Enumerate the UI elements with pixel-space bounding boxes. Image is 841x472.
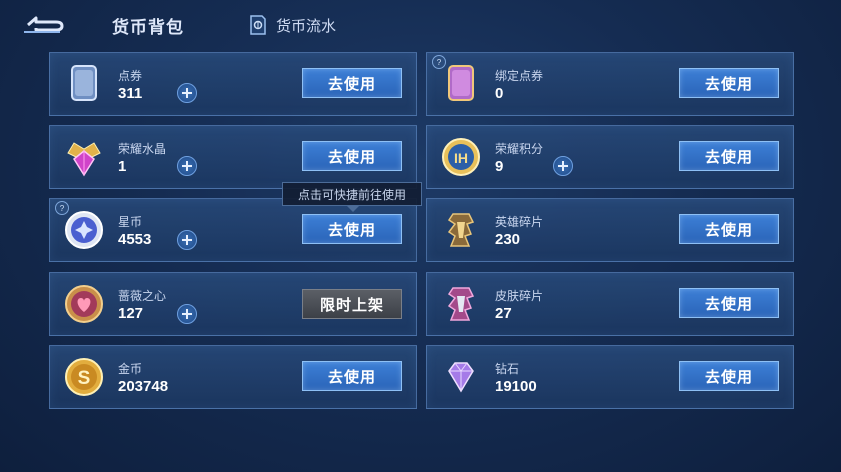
use-hero-shard-button[interactable]: 去使用 [679, 214, 779, 244]
star-coin-icon [65, 211, 103, 249]
currency-card-diamond: 钻石 19100 去使用 [426, 345, 794, 409]
currency-name: 皮肤碎片 [495, 289, 544, 303]
currency-name: 绑定点券 [495, 69, 544, 83]
currency-card-skin-shard: 皮肤碎片 27 去使用 [426, 272, 794, 336]
svg-text:IH: IH [454, 150, 468, 166]
quick-use-tooltip: 点击可快捷前往使用 [282, 182, 422, 212]
currency-card-gold: S 金币 203748 去使用 [49, 345, 417, 409]
currency-amount: 127 [118, 305, 144, 322]
currency-name: 英雄碎片 [495, 215, 544, 229]
back-button[interactable] [20, 12, 66, 38]
currency-amount: 27 [495, 305, 512, 322]
use-coupon-button[interactable]: 去使用 [302, 68, 402, 98]
currency-card-hero-shard: 英雄碎片 230 去使用 [426, 198, 794, 262]
glory-crystal-icon [67, 142, 101, 177]
use-gold-button[interactable]: 去使用 [302, 361, 402, 391]
skin-shard-icon [447, 287, 475, 321]
gold-coin-icon: S [65, 358, 103, 396]
currency-amount: 1 [118, 158, 127, 175]
bound-coupon-card-icon [448, 65, 474, 101]
currency-card-glory-points: IH 荣耀积分 9 去使用 [426, 125, 794, 189]
ledger-icon [250, 15, 266, 35]
currency-amount: 19100 [495, 378, 537, 395]
currency-card-bound-coupon: ? 绑定点券 0 去使用 [426, 52, 794, 116]
use-star-coin-button[interactable]: 去使用 [302, 214, 402, 244]
currency-name: 荣耀水晶 [118, 142, 167, 156]
use-glory-crystal-button[interactable]: 去使用 [302, 141, 402, 171]
currency-name: 蔷薇之心 [118, 289, 167, 303]
currency-amount: 0 [495, 85, 504, 102]
diamond-icon [448, 362, 474, 393]
currency-amount: 230 [495, 231, 521, 248]
hero-shard-icon [447, 213, 475, 247]
currency-name: 星币 [118, 215, 143, 229]
add-rose-heart-button[interactable] [177, 304, 197, 324]
use-glory-points-button[interactable]: 去使用 [679, 141, 779, 171]
currency-flow-label: 货币流水 [276, 17, 337, 35]
currency-card-star-coin: ? 星币 4553 去使用 [49, 198, 417, 262]
currency-name: 荣耀积分 [495, 142, 544, 156]
currency-card-rose-heart: 蔷薇之心 127 限时上架 [49, 272, 417, 336]
top-bar: 货币背包 货币流水 [0, 0, 841, 48]
currency-card-coupon: 点券 311 去使用 [49, 52, 417, 116]
currency-amount: 203748 [118, 378, 169, 395]
use-skin-shard-button[interactable]: 去使用 [679, 288, 779, 318]
svg-text:S: S [78, 368, 91, 389]
page-title: 货币背包 [112, 18, 184, 37]
currency-name: 金币 [118, 362, 143, 376]
currency-name: 钻石 [495, 362, 520, 376]
currency-amount: 4553 [118, 231, 152, 248]
add-star-coin-button[interactable] [177, 230, 197, 250]
coupon-card-icon [71, 65, 97, 101]
currency-amount: 311 [118, 85, 143, 102]
back-arrow-icon [24, 16, 64, 33]
use-diamond-button[interactable]: 去使用 [679, 361, 779, 391]
limited-time-button[interactable]: 限时上架 [302, 289, 402, 319]
currency-name: 点券 [118, 69, 143, 83]
add-glory-crystal-button[interactable] [177, 156, 197, 176]
use-bound-coupon-button[interactable]: 去使用 [679, 68, 779, 98]
currency-flow-link[interactable]: 货币流水 [248, 14, 336, 36]
add-glory-points-button[interactable] [553, 156, 573, 176]
rose-heart-icon [65, 285, 103, 323]
glory-points-icon: IH [442, 138, 480, 176]
currency-card-glory-crystal: 荣耀水晶 1 去使用 [49, 125, 417, 189]
currency-amount: 9 [495, 158, 504, 175]
add-coupon-button[interactable] [177, 83, 197, 103]
